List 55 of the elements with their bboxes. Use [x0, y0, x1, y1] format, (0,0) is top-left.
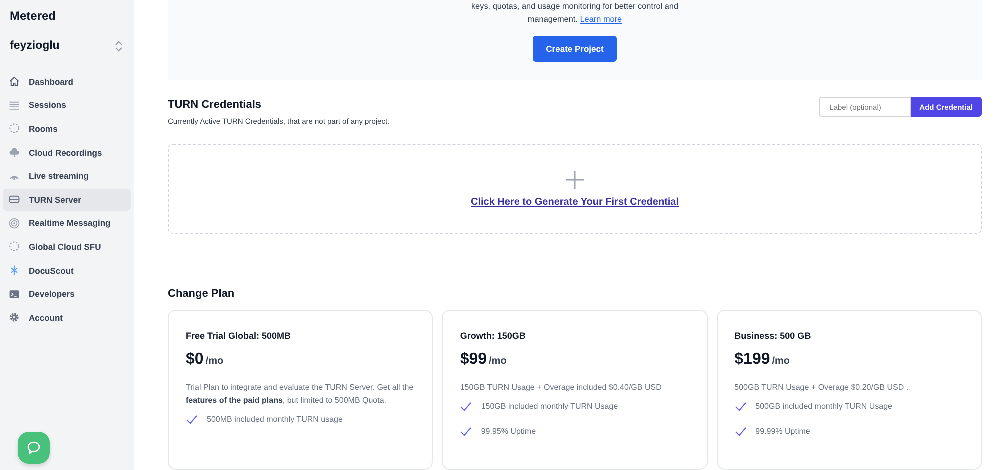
dotted-circle-icon: [9, 123, 20, 134]
plan-feature: 150GB included monthly TURN Usage: [481, 402, 618, 411]
create-project-button[interactable]: Create Project: [533, 36, 617, 62]
cloud-icon: [9, 147, 20, 158]
learn-more-link[interactable]: Learn more: [580, 15, 622, 24]
plan-feature: 99.99% Uptime: [756, 427, 810, 436]
sidebar-item[interactable]: Realtime Messaging: [3, 212, 131, 234]
plan-description: Trial Plan to integrate and evaluate the TURN Server. Get all the features of the paid plans, but limited to 500MB Quota.: [186, 382, 415, 407]
check-icon: [734, 402, 747, 412]
sidebar-item[interactable]: DocuScout: [3, 260, 131, 282]
price-period: /mo: [206, 356, 224, 367]
sidebar-item[interactable]: Global Cloud SFU: [3, 236, 131, 258]
sidebar-item[interactable]: Sessions: [3, 94, 131, 116]
list-icon: [9, 100, 20, 111]
sidebar-item[interactable]: Dashboard: [3, 71, 131, 93]
sidebar-item[interactable]: Developers: [3, 283, 131, 305]
target-icon: [9, 218, 20, 229]
price-period: /mo: [489, 356, 507, 367]
check-icon: [460, 402, 472, 412]
chevron-up-down-icon: [115, 40, 123, 52]
plan-name: Business: 500 GB: [734, 331, 812, 341]
section-title: TURN Credentials: [168, 99, 263, 112]
price-period: /mo: [772, 356, 790, 367]
account-switcher[interactable]: feyzioglu: [3, 40, 131, 52]
check-icon: [186, 414, 198, 424]
check-icon: [734, 426, 747, 436]
plan-name: Free Trial Global: 500MB: [186, 331, 292, 341]
server-icon: [9, 194, 20, 206]
settings-icon: [9, 312, 20, 324]
check-icon: [460, 426, 472, 436]
brand-name: Metered: [9, 8, 58, 24]
terminal-icon: [9, 288, 20, 300]
generate-credential-link[interactable]: Click Here to Generate Your First Credential: [470, 197, 680, 208]
chat-button[interactable]: [18, 432, 50, 464]
plan-feature: 99.95% Uptime: [481, 427, 536, 436]
sidebar-item[interactable]: TURN Server: [3, 188, 131, 211]
plan-price: $99: [460, 351, 488, 369]
dotted-circle-icon: [9, 241, 20, 252]
plan-description: 150GB TURN Usage + Overage included $0.40/GB USD: [460, 382, 663, 394]
home-icon: [9, 76, 20, 88]
sidebar-item[interactable]: Account: [3, 306, 131, 329]
plan-price: $199: [734, 351, 770, 369]
snowflake-icon: [9, 265, 20, 276]
plus-icon: [565, 170, 585, 190]
plan-feature: 500MB included monthly TURN usage: [207, 415, 343, 424]
sidebar-item[interactable]: Cloud Recordings: [3, 142, 131, 164]
panel-description: keys, quotas, and usage monitoring for better control and management. Learn more: [470, 1, 680, 26]
section-title: Change Plan: [168, 288, 236, 300]
plan-name: Growth: 150GB: [460, 331, 527, 341]
chat-bubble-icon: [26, 440, 42, 456]
sidebar-item[interactable]: Rooms: [3, 118, 131, 140]
plan-feature: 500GB included monthly TURN Usage: [756, 402, 892, 411]
plan-price: $0: [186, 351, 204, 369]
plan-description: 500GB TURN Usage + Overage $0.20/GB USD .: [734, 382, 910, 394]
sidebar-item[interactable]: Live streaming: [3, 165, 131, 187]
